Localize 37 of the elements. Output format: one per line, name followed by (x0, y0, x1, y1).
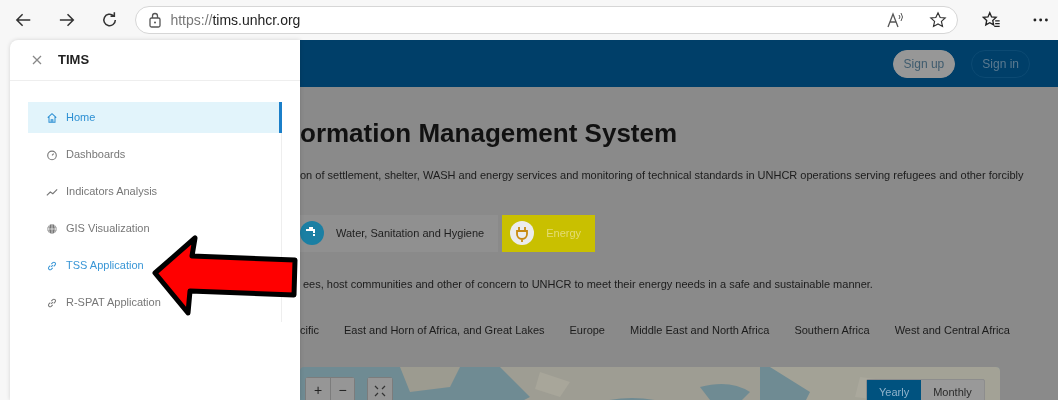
description-text: on of settlement, shelter, WASH and energy services and monitoring of technical standards in UNHCR operations serving refugees and other forcibly (300, 168, 1025, 183)
region-tab[interactable]: Europe (569, 322, 605, 339)
home-icon (46, 111, 58, 124)
period-toggle[interactable]: Yearly (867, 379, 922, 400)
sidebar-item[interactable]: Indicators Analysis (28, 176, 165, 207)
period-toggle[interactable]: Monthly (921, 379, 984, 400)
sidebar-item[interactable]: Dashboards (28, 139, 133, 170)
star-icon[interactable] (928, 11, 947, 29)
read-aloud-icon[interactable] (886, 12, 905, 28)
region-tab[interactable]: Middle East and North Africa (630, 322, 770, 339)
address-bar[interactable]: https://tims.unhcr.org (135, 6, 958, 34)
fullscreen-button[interactable] (368, 377, 392, 400)
sidebar-item[interactable]: GIS Visualization (28, 213, 157, 244)
category-description: ees, host communities and other of concern to UNHCR to meet their energy needs in a safe and sustainable manner. (302, 276, 874, 292)
region-tab[interactable]: cific (300, 322, 319, 339)
favorites-icon[interactable] (981, 11, 1001, 29)
plug-icon (510, 221, 535, 245)
address-text: https://tims.unhcr.org (170, 10, 301, 30)
gauge-icon (46, 148, 58, 161)
region-tab[interactable]: West and Central Africa (894, 322, 1010, 339)
sidebar-item[interactable]: Home (28, 102, 282, 133)
fullscreen-icon (374, 384, 386, 397)
link-icon (46, 259, 58, 272)
globe-icon (46, 222, 58, 235)
lock-icon[interactable] (148, 12, 163, 28)
sidebar-item[interactable]: TSS Application (28, 250, 151, 281)
category-button[interactable]: Water, Sanitation and Hygiene (300, 214, 499, 252)
link-icon (46, 296, 58, 309)
region-tab[interactable]: Southern Africa (794, 322, 870, 339)
more-icon[interactable] (1032, 18, 1048, 22)
close-icon[interactable] (32, 55, 42, 65)
sign-up-button[interactable]: Sign up (892, 49, 956, 78)
region-tab[interactable]: East and Horn of Africa, and Great Lakes (343, 322, 545, 339)
sidebar-item[interactable]: R-SPAT Application (28, 287, 168, 318)
zoom-out-button[interactable]: − (330, 377, 354, 400)
sidebar-title: TIMS (58, 51, 90, 70)
page-title: ormation Management System (300, 118, 679, 148)
